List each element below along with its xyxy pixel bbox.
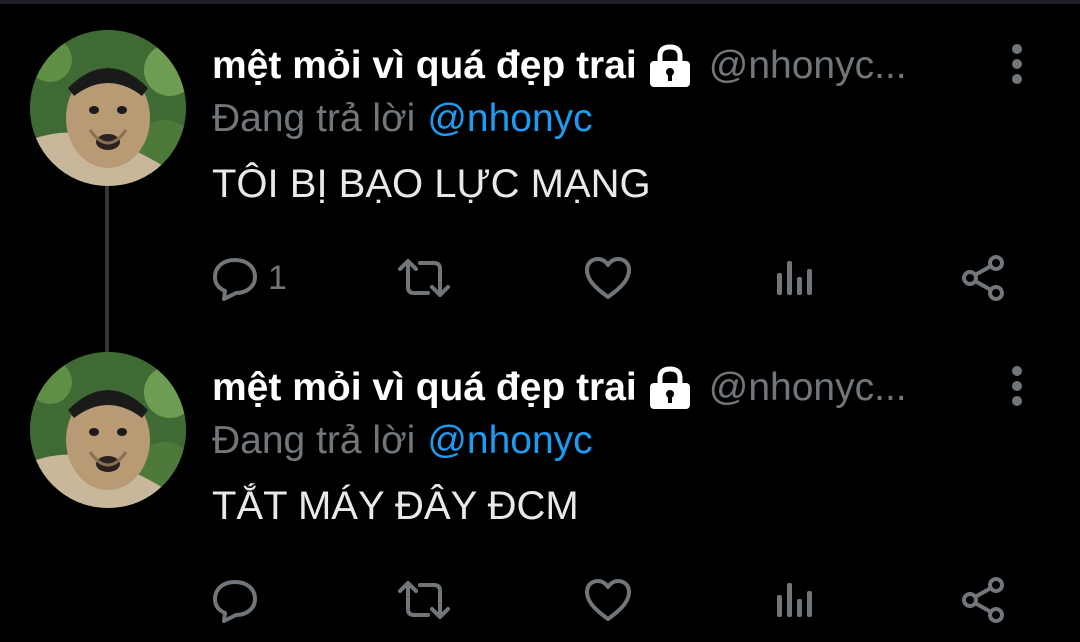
like-button[interactable] (584, 570, 632, 630)
more-icon[interactable] (1004, 42, 1030, 86)
like-icon (584, 577, 632, 623)
display-name[interactable]: mệt mỏi vì quá đẹp trai (212, 366, 637, 410)
retweet-button[interactable] (396, 570, 452, 630)
replying-to-handle-link[interactable]: @nhonyc (427, 419, 592, 463)
views-button[interactable] (774, 248, 814, 308)
tweet-header: mệt mỏi vì quá đẹp trai @nhonyc... (212, 38, 907, 94)
replying-to-label: Đang trả lời (212, 97, 416, 140)
tweet[interactable]: mệt mỏi vì quá đẹp trai @nhonyc... Đang … (0, 322, 1080, 623)
display-name[interactable]: mệt mỏi vì quá đẹp trai (212, 44, 637, 88)
handle[interactable]: @nhonyc... (709, 366, 907, 410)
more-icon[interactable] (1004, 364, 1030, 408)
views-icon (774, 577, 814, 623)
avatar[interactable] (30, 352, 186, 508)
tweet-header: mệt mỏi vì quá đẹp trai @nhonyc... (212, 360, 907, 416)
retweet-button[interactable] (396, 248, 452, 308)
replying-to: Đang trả lời @nhonyc (212, 94, 593, 144)
share-icon (960, 255, 1006, 301)
tweet-action-bar: 1 (212, 248, 1032, 308)
share-button[interactable] (960, 248, 1006, 308)
views-button[interactable] (774, 570, 814, 630)
reply-icon (212, 577, 258, 623)
reply-button[interactable] (212, 570, 268, 630)
tweet[interactable]: mệt mỏi vì quá đẹp trai @nhonyc... Đang … (0, 0, 1080, 301)
tweet-action-bar (212, 570, 1032, 630)
tweet-text: TÔI BỊ BẠO LỰC MẠNG (212, 162, 651, 206)
reply-button[interactable]: 1 (212, 248, 287, 308)
retweet-icon (396, 577, 452, 623)
retweet-icon (396, 255, 452, 301)
share-button[interactable] (960, 570, 1006, 630)
like-icon (584, 255, 632, 301)
handle[interactable]: @nhonyc... (709, 44, 907, 88)
reply-count: 1 (268, 258, 287, 297)
replying-to-label: Đang trả lời (212, 419, 416, 462)
views-icon (774, 255, 814, 301)
tweet-text: TẮT MÁY ĐÂY ĐCM (212, 484, 579, 528)
replying-to: Đang trả lời @nhonyc (212, 416, 593, 466)
like-button[interactable] (584, 248, 632, 308)
reply-icon (212, 255, 258, 301)
avatar[interactable] (30, 30, 186, 186)
replying-to-handle-link[interactable]: @nhonyc (427, 97, 592, 141)
lock-icon (645, 44, 695, 88)
share-icon (960, 577, 1006, 623)
lock-icon (645, 366, 695, 410)
